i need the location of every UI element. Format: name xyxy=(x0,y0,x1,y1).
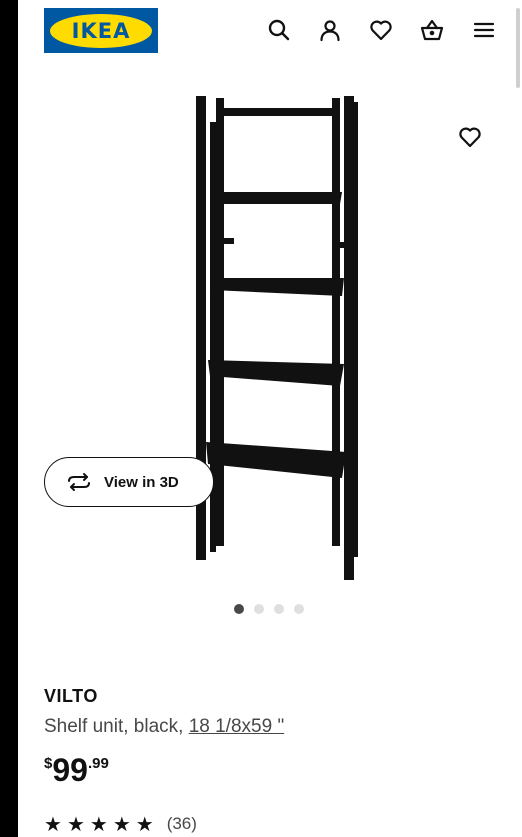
product-image xyxy=(196,96,358,580)
favourites-icon[interactable] xyxy=(368,17,394,43)
star-icon: ★ xyxy=(66,812,85,836)
logo-oval: IKEA xyxy=(50,13,152,48)
view-in-3d-button[interactable]: View in 3D xyxy=(44,457,214,507)
image-pagination xyxy=(234,604,304,614)
product-price: $99.99 xyxy=(44,752,109,789)
review-count: (36) xyxy=(166,814,197,833)
star-icon: ★ xyxy=(89,812,108,836)
add-to-favourites-icon[interactable] xyxy=(456,123,484,151)
search-icon[interactable] xyxy=(266,17,292,43)
star-icon: ★ xyxy=(112,812,131,836)
scrollbar-thumb[interactable] xyxy=(516,8,520,88)
product-size-link[interactable]: 18 1/8x59 " xyxy=(189,716,284,737)
product-page: IKEA View in 3D VILTO Shelf unit, black,… xyxy=(18,0,514,837)
pagination-dot-1[interactable] xyxy=(234,604,244,614)
price-integer: 99 xyxy=(52,752,88,788)
menu-icon[interactable] xyxy=(471,17,497,43)
star-icon: ★ xyxy=(135,812,154,836)
product-description: Shelf unit, black, 18 1/8x59 " xyxy=(44,716,284,738)
product-name: VILTO xyxy=(44,686,98,706)
rotate-3d-icon xyxy=(68,473,90,491)
logo-text: IKEA xyxy=(71,18,131,43)
price-currency: $ xyxy=(44,755,53,772)
rating-summary[interactable]: ★ ★ ★ ★ ★ (36) xyxy=(44,814,197,834)
account-icon[interactable] xyxy=(317,17,343,43)
price-decimal: .99 xyxy=(87,755,109,772)
pagination-dot-3[interactable] xyxy=(274,604,284,614)
product-type: Shelf unit, black, xyxy=(44,716,189,737)
pagination-dot-2[interactable] xyxy=(254,604,264,614)
star-icon: ★ xyxy=(44,812,62,836)
scrollbar[interactable] xyxy=(514,0,522,837)
basket-icon[interactable] xyxy=(419,17,445,43)
ikea-logo[interactable]: IKEA xyxy=(44,8,158,53)
view-in-3d-label: View in 3D xyxy=(104,473,179,491)
pagination-dot-4[interactable] xyxy=(294,604,304,614)
